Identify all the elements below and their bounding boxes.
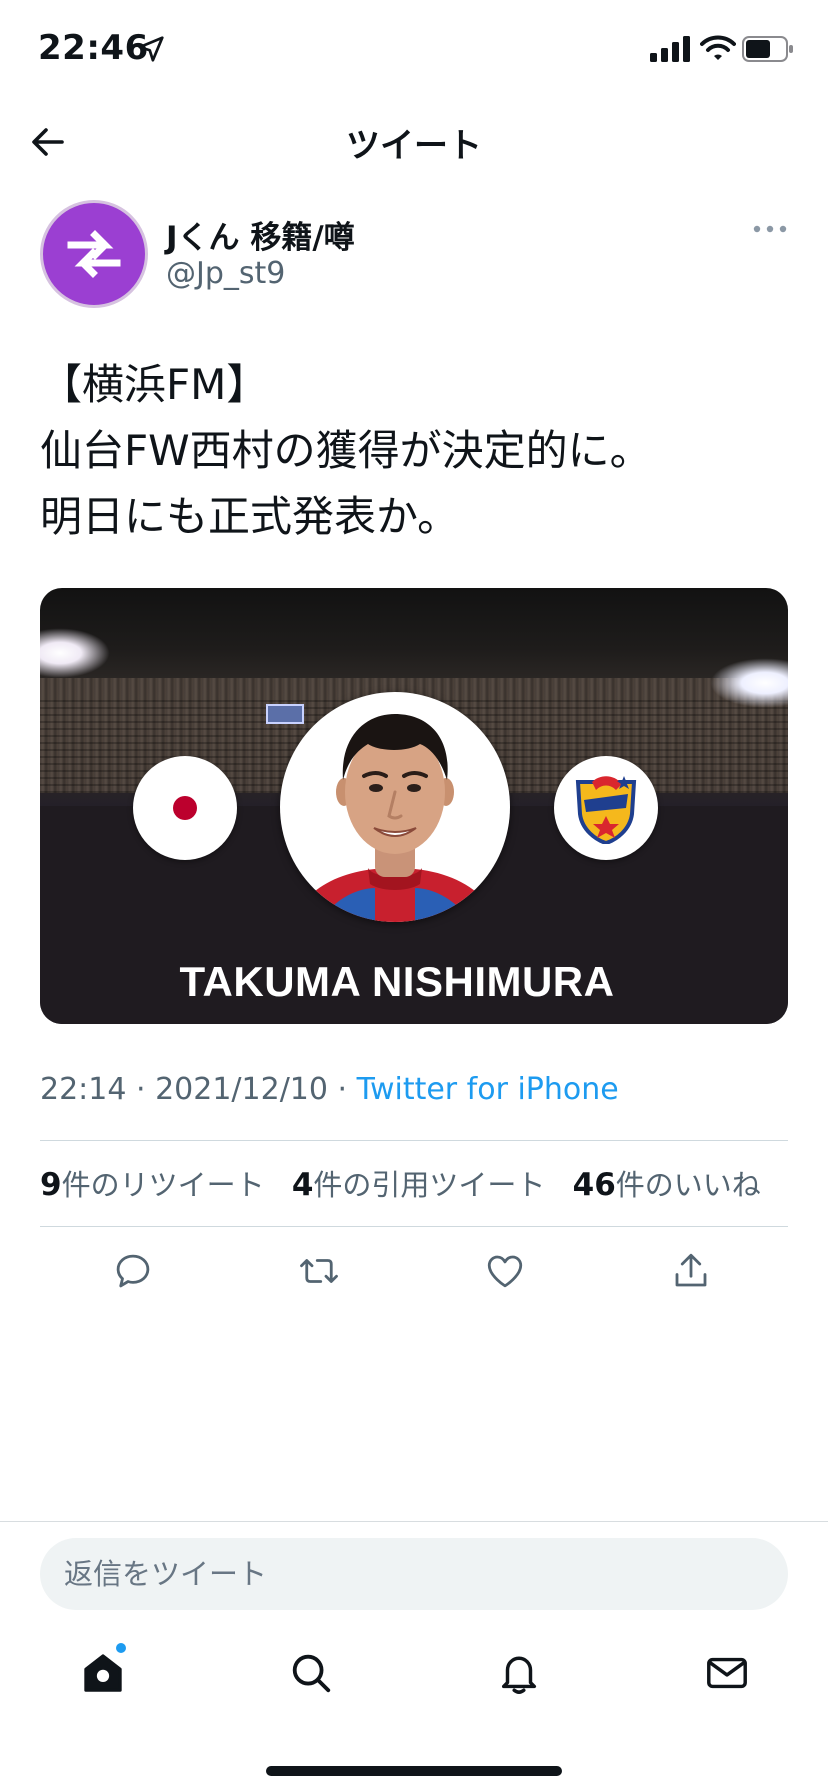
tweet-timestamp: 22:14 · 2021/12/10 · Twitter for iPhone [40,1072,619,1107]
retweet-icon[interactable] [298,1250,340,1292]
quotes-stat[interactable]: 4件の引用ツイート [291,1167,546,1203]
quotes-label: 件の引用ツイート [313,1168,546,1202]
transfer-arrows-icon [67,230,121,278]
wifi-icon [700,35,736,60]
search-icon[interactable] [288,1650,334,1696]
reply-input[interactable] [40,1538,788,1610]
player-photo [280,692,510,922]
battery-icon [742,36,793,62]
status-time: 22:46 [38,28,149,68]
likes-label: 件のいいね [615,1168,761,1202]
status-bar: 22:46 [0,0,828,100]
signal-icon [650,36,690,62]
bell-icon[interactable] [496,1650,542,1696]
player-name-caption: TAKUMA NISHIMURA [179,958,615,1005]
home-indicator [266,1766,562,1776]
mail-icon[interactable] [704,1650,750,1696]
divider [40,1140,788,1141]
divider [40,1226,788,1227]
source-link[interactable]: Twitter for iPhone [357,1072,619,1107]
tweet-text: 【横浜FM】 仙台FW西村の獲得が決定的に。 明日にも正式発表か。 [40,352,800,550]
retweets-count: 9 [40,1167,62,1203]
notification-dot [116,1643,126,1653]
tweet-text-line: 【横浜FM】 [40,360,269,409]
tweet-stats: 9件のリツイート 4件の引用ツイート 46件のいいね [40,1162,779,1204]
retweets-stat[interactable]: 9件のリツイート [40,1167,265,1203]
reply-icon[interactable] [112,1250,154,1292]
retweets-label: 件のリツイート [61,1168,265,1202]
scoreboard [266,704,304,724]
more-icon[interactable] [752,224,788,234]
like-icon[interactable] [484,1250,526,1292]
page-title: ツイート [346,126,482,166]
timestamp-text: 22:14 · 2021/12/10 · [40,1072,357,1107]
author-handle[interactable]: @Jp_st9 [166,256,285,291]
author-display-name[interactable]: Jくん 移籍/噂 [166,212,355,257]
tweet-text-line: 仙台FW西村の獲得が決定的に。 [40,426,652,475]
likes-stat[interactable]: 46件のいいね [572,1167,761,1203]
divider [0,1521,828,1522]
home-icon[interactable] [80,1650,126,1696]
avatar[interactable] [40,200,148,308]
floodlight [40,628,110,678]
location-arrow-icon [138,36,164,62]
nav-header: ツイート [0,100,828,182]
tweet-media-image[interactable]: TAKUMA NISHIMURA [40,588,788,1024]
share-icon[interactable] [670,1250,712,1292]
vegalta-crest-icon [554,756,658,860]
tweet-text-line: 明日にも正式発表か。 [40,492,460,541]
japan-flag-icon [133,756,237,860]
likes-count: 46 [572,1167,616,1203]
quotes-count: 4 [291,1167,314,1203]
